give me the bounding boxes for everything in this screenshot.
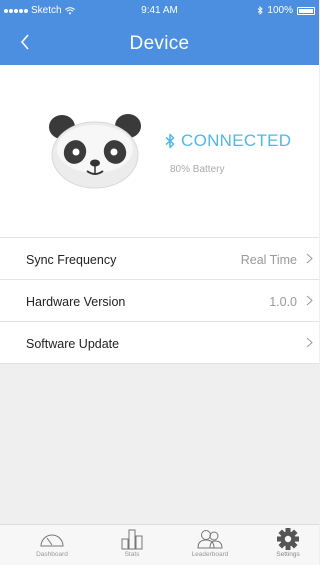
row-hardware-version[interactable]: Hardware Version 1.0.0 (0, 280, 319, 322)
tab-bar: Dashboard Stats Leaderboard Settings (0, 524, 319, 565)
tab-label: Stats (124, 551, 140, 558)
tab-settings[interactable]: Settings (258, 528, 318, 558)
nav-bar: Device (0, 20, 319, 65)
panda-device-image (49, 114, 141, 189)
header: Sketch 9:41 AM 100% Device (0, 0, 319, 65)
gauge-icon (40, 534, 64, 547)
chevron-right-icon (306, 337, 313, 348)
row-label: Sync Frequency (26, 253, 117, 267)
gear-icon (277, 528, 299, 550)
tab-label: Leaderboard (191, 551, 229, 558)
row-software-update[interactable]: Software Update (0, 322, 319, 364)
row-label: Hardware Version (26, 295, 126, 309)
row-label: Software Update (26, 337, 120, 351)
connection-status: CONNECTED (165, 131, 291, 151)
device-battery-text: 80% Battery (170, 164, 225, 175)
tab-stats[interactable]: Stats (102, 528, 162, 558)
tab-leaderboard[interactable]: Leaderboard (180, 528, 240, 558)
settings-list: Sync Frequency Real Time Hardware Versio… (0, 237, 319, 364)
page-title: Device (129, 33, 190, 54)
bluetooth-small-icon (258, 6, 264, 15)
bluetooth-icon (165, 133, 175, 149)
status-bar: Sketch 9:41 AM 100% (0, 0, 319, 20)
tab-dashboard[interactable]: Dashboard (22, 528, 82, 558)
bar-chart-icon (121, 529, 143, 550)
status-right: 100% (257, 5, 315, 16)
tab-label: Settings (276, 551, 300, 558)
row-sync-frequency[interactable]: Sync Frequency Real Time (0, 238, 319, 280)
battery-percent: 100% (267, 5, 293, 16)
row-value: 1.0.0 (269, 295, 297, 309)
chevron-right-icon (306, 295, 313, 306)
row-value: Real Time (240, 253, 297, 267)
device-card: CONNECTED 80% Battery (0, 65, 319, 237)
users-icon (197, 530, 223, 549)
battery-icon (297, 6, 315, 15)
tab-label: Dashboard (36, 551, 68, 558)
chevron-right-icon (306, 253, 313, 264)
connection-status-label: CONNECTED (181, 131, 292, 150)
